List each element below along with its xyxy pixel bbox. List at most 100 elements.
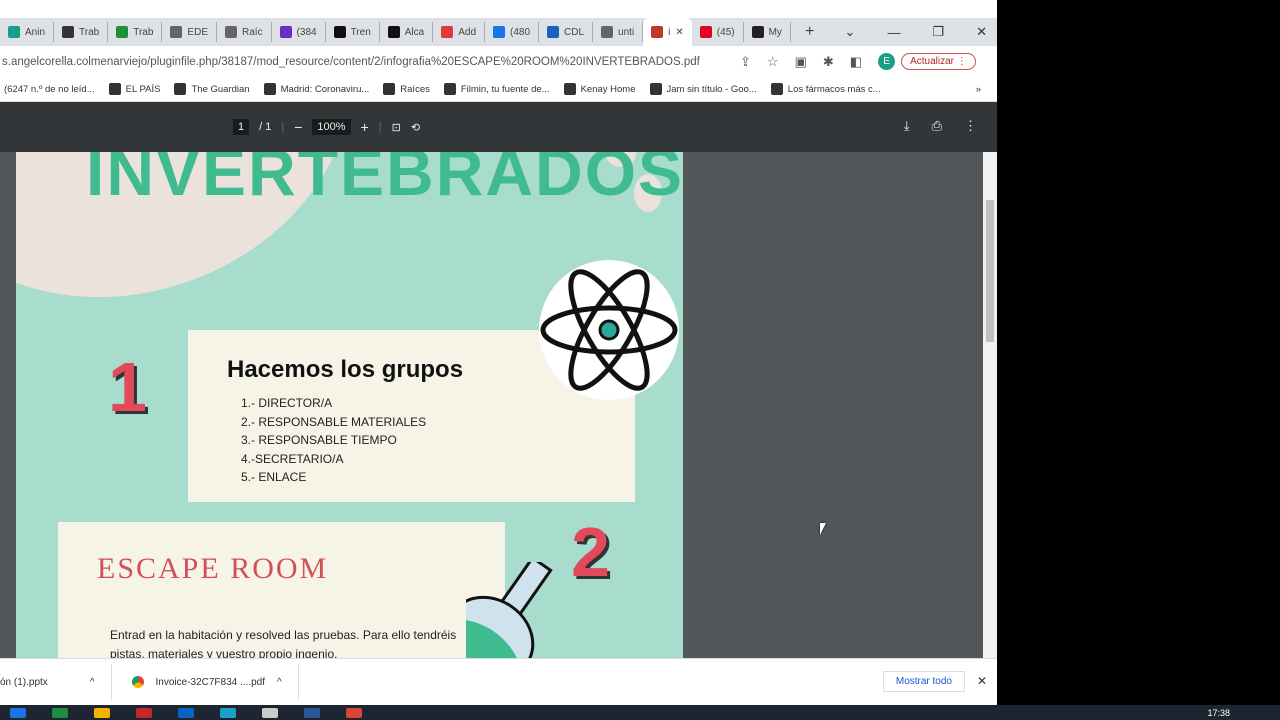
bookmark-item[interactable]: The Guardian <box>174 83 250 95</box>
close-button[interactable]: ✕ <box>976 24 987 40</box>
zoom-input[interactable]: 100% <box>312 119 351 135</box>
print-icon[interactable]: ⎙ <box>932 118 942 134</box>
bookmark-item[interactable]: Madrid: Coronaviru... <box>263 83 370 95</box>
groups-title: Hacemos los grupos <box>227 356 464 383</box>
office-icon[interactable] <box>136 707 152 718</box>
fit-page-icon[interactable]: ⊡ <box>392 121 401 134</box>
chrome-taskbar-icon[interactable] <box>346 707 362 718</box>
zoom-in-button[interactable]: + <box>361 119 369 135</box>
tab-favicon-icon <box>333 26 346 38</box>
role-item: 1.- DIRECTOR/A <box>241 396 333 410</box>
browser-tab[interactable]: (45) <box>692 22 744 42</box>
bookmark-label: Madrid: Coronaviru... <box>280 83 370 95</box>
browser-tab[interactable]: Trab <box>108 22 163 42</box>
pdf-viewport: INVERTEBRADOS 1 Hacemos los grupos 1.- D… <box>0 152 997 658</box>
bookmark-label: EL PAÍS <box>125 83 161 95</box>
browser-tab[interactable]: (480 <box>485 22 540 42</box>
url-input[interactable]: s.angelcorella.colmenarviejo/pluginfile.… <box>0 56 740 68</box>
tab-label: Raíc <box>241 26 263 38</box>
minimize-button[interactable]: — <box>887 25 900 40</box>
bookmark-star-icon[interactable]: ☆ <box>767 54 779 70</box>
download-icon[interactable]: ⤓ <box>904 118 910 134</box>
role-item: 3.- RESPONSABLE TIEMPO <box>241 433 397 447</box>
extension-icon[interactable]: ▣ <box>795 54 807 70</box>
download-item[interactable]: Invoice-32C7F834 ....pdf ^ <box>112 664 299 700</box>
flask-icon <box>466 562 553 658</box>
browser-tab[interactable]: Anin <box>0 22 55 42</box>
tab-search-button[interactable]: ⌄ <box>845 24 856 40</box>
bookmark-favicon-icon <box>108 83 121 95</box>
bookmark-item[interactable]: Kenay Home <box>563 83 636 95</box>
scrollbar-thumb[interactable] <box>986 200 994 342</box>
word-icon[interactable] <box>304 707 320 718</box>
bookmark-item[interactable]: EL PAÍS <box>108 83 161 95</box>
bookmark-item[interactable]: Raíces <box>383 83 430 95</box>
show-all-button[interactable]: Mostrar todo <box>882 671 965 692</box>
browser-tab[interactable]: CDL <box>539 22 594 42</box>
bookmark-item[interactable]: Los fármacos más c... <box>770 83 881 95</box>
tab-label: i <box>668 26 671 38</box>
puzzle-icon[interactable]: ✱ <box>823 54 834 70</box>
pdf-page: INVERTEBRADOS 1 Hacemos los grupos 1.- D… <box>16 152 683 658</box>
bookmark-item[interactable]: Jam sin título - Goo... <box>649 83 757 95</box>
bookmark-item[interactable]: (6247 n.º de no leíd... <box>4 84 95 95</box>
browser-tab[interactable]: Tren <box>326 22 380 42</box>
more-bookmarks-button[interactable]: » <box>976 84 981 95</box>
more-options-icon[interactable]: ⋮ <box>964 118 977 134</box>
folder-icon[interactable] <box>94 707 110 718</box>
outlook-icon[interactable] <box>178 707 194 718</box>
store-icon[interactable] <box>262 707 278 718</box>
tab-favicon-icon <box>601 26 614 38</box>
tab-label: (384 <box>296 26 317 38</box>
bookmark-item[interactable]: Filmin, tu fuente de... <box>443 83 550 95</box>
rotate-icon[interactable]: ⟲ <box>411 121 420 134</box>
tab-favicon-icon <box>224 26 237 38</box>
taskbar-app-icon[interactable] <box>10 707 26 718</box>
tab-favicon-icon <box>493 26 506 38</box>
zoom-out-button[interactable]: − <box>294 119 302 135</box>
tab-label: Trab <box>133 26 154 38</box>
browser-tab[interactable]: i ✕ <box>643 18 692 46</box>
update-button[interactable]: Actualizar ⋮ <box>901 53 976 70</box>
bookmark-favicon-icon <box>174 83 187 95</box>
tab-label: EDE <box>187 26 208 38</box>
browser-tab[interactable]: unti <box>593 22 644 42</box>
bookmark-favicon-icon <box>563 83 576 95</box>
step-number-1: 1 <box>108 348 147 426</box>
tab-favicon-icon <box>387 26 400 38</box>
tab-favicon-icon <box>547 26 560 38</box>
edge-icon[interactable] <box>220 707 236 718</box>
side-panel-icon[interactable]: ◧ <box>850 54 862 70</box>
download-item[interactable]: ón (1).pptx ^ <box>0 664 112 700</box>
page-number-input[interactable]: 1 <box>233 119 250 135</box>
tab-label: Anin <box>25 26 46 38</box>
download-filename: Invoice-32C7F834 ....pdf <box>155 676 266 688</box>
tab-label: My <box>768 26 782 38</box>
bookmark-label: Los fármacos más c... <box>787 83 881 95</box>
tab-favicon-icon <box>279 26 292 38</box>
browser-tab[interactable]: (384 <box>272 22 326 42</box>
chevron-up-icon[interactable]: ^ <box>90 677 95 688</box>
browser-tab[interactable]: Add <box>433 22 486 42</box>
chevron-up-icon[interactable]: ^ <box>277 677 282 688</box>
browser-tab[interactable]: Alca <box>380 22 434 42</box>
new-tab-button[interactable]: + <box>805 23 814 41</box>
tab-favicon-icon <box>699 26 712 38</box>
tab-label: Add <box>458 26 477 38</box>
browser-tab[interactable]: My <box>744 22 791 42</box>
excel-icon[interactable] <box>52 707 68 718</box>
bookmark-favicon-icon <box>383 83 396 95</box>
share-icon[interactable]: ⇪ <box>740 54 751 70</box>
close-downloads-button[interactable]: ✕ <box>977 674 987 688</box>
tab-label: (480 <box>510 26 531 38</box>
vertical-scrollbar[interactable] <box>983 152 997 658</box>
pdf-toolbar: 1 / 1 | − 100% + | ⊡ ⟲ ⤓ ⎙ ⋮ <box>0 102 997 152</box>
tab-close-icon[interactable]: ✕ <box>675 27 683 38</box>
profile-avatar[interactable]: E <box>878 53 896 70</box>
browser-tab[interactable]: Raíc <box>217 22 272 42</box>
restore-button[interactable]: ❐ <box>932 24 944 40</box>
browser-tab[interactable]: EDE <box>162 22 217 42</box>
browser-tab[interactable]: Trab <box>54 22 109 42</box>
bookmark-label: Raíces <box>400 83 430 95</box>
role-item: 2.- RESPONSABLE MATERIALES <box>241 414 427 429</box>
